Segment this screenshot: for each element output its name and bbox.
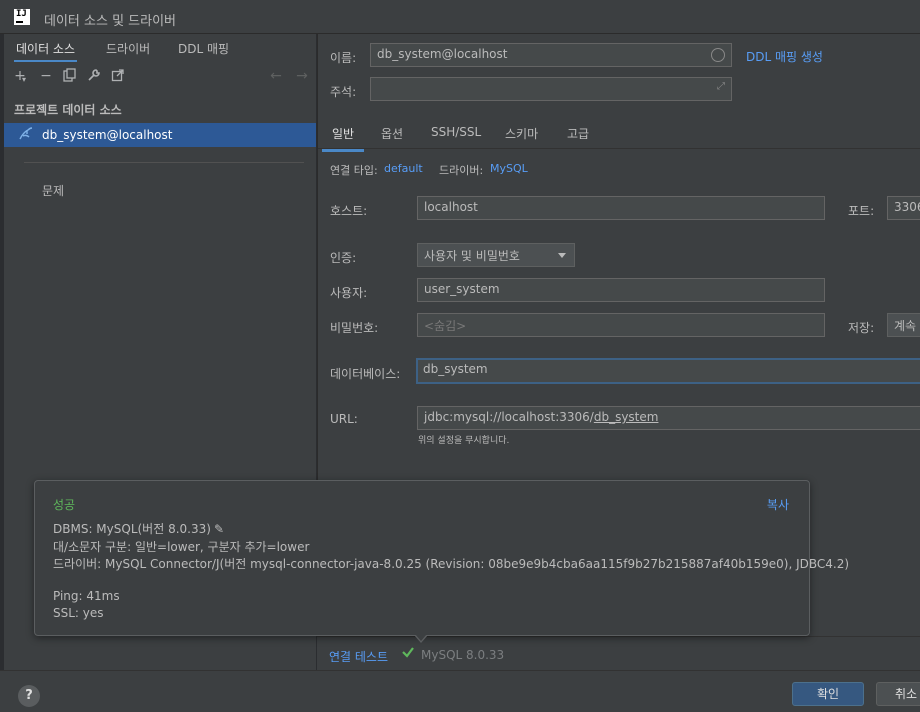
test-connection-bar: 연결 테스트 MySQL 8.0.33 <box>317 636 920 670</box>
password-field[interactable]: <숨김> <box>417 313 825 337</box>
host-field[interactable]: localhost <box>417 196 825 220</box>
database-field[interactable]: db_system <box>416 358 920 384</box>
tab-data-sources[interactable]: 데이터 소스 <box>13 40 78 62</box>
url-label: URL: <box>330 412 358 426</box>
database-label: 데이터베이스: <box>330 367 401 381</box>
name-label: 이름: <box>330 51 357 65</box>
window-title: 데이터 소스 및 드라이버 <box>44 14 176 29</box>
title-bar: IJ 데이터 소스 및 드라이버 <box>0 0 920 34</box>
ok-button[interactable]: 확인 <box>792 682 864 706</box>
back-arrow-icon[interactable]: ← <box>268 68 284 84</box>
user-value: user_system <box>424 282 500 296</box>
intellij-logo-icon: IJ <box>14 9 30 25</box>
tab-schemas[interactable]: 스키마 <box>505 125 538 142</box>
add-icon[interactable]: + ▾ <box>12 68 28 84</box>
forward-arrow-icon[interactable]: → <box>294 68 310 84</box>
test-connection-link[interactable]: 연결 테스트 <box>329 648 388 665</box>
data-source-item[interactable]: db_system@localhost <box>4 123 316 147</box>
host-value: localhost <box>424 200 478 214</box>
name-value: db_system@localhost <box>377 47 508 61</box>
duplicate-icon[interactable] <box>62 68 78 84</box>
ping-line: Ping: 41ms <box>53 589 120 603</box>
comment-field[interactable]: ⤢ <box>370 77 732 101</box>
driver-line: 드라이버: MySQL Connector/J(버전 mysql-connect… <box>53 557 850 571</box>
wrench-icon[interactable] <box>86 68 102 84</box>
pencil-icon[interactable]: ✎ <box>214 522 224 536</box>
url-note: 위의 설정을 무시합니다. <box>418 436 510 446</box>
tab-advanced[interactable]: 고급 <box>567 125 589 142</box>
ssl-line: SSL: yes <box>53 606 104 620</box>
expand-icon[interactable]: ⤢ <box>717 81 725 92</box>
popup-caret-inner <box>415 634 427 641</box>
color-circle-icon[interactable] <box>711 48 725 62</box>
tab-ssh-ssl[interactable]: SSH/SSL <box>431 125 481 139</box>
mysql-dolphin-icon <box>18 126 34 142</box>
save-dropdown[interactable]: 계속 <box>887 313 920 337</box>
url-database: db_system <box>593 410 659 424</box>
password-placeholder: <숨김> <box>424 319 467 333</box>
user-field[interactable]: user_system <box>417 278 825 302</box>
url-field[interactable]: jdbc:mysql://localhost:3306/db_system <box>417 406 920 430</box>
help-button[interactable]: ? <box>18 685 40 707</box>
project-data-sources-label: 프로젝트 데이터 소스 <box>14 103 122 117</box>
divider <box>24 162 304 163</box>
chevron-down-icon <box>558 253 566 258</box>
create-ddl-mapping-link[interactable]: DDL 매핑 생성 <box>746 48 823 65</box>
cancel-button[interactable]: 취소 <box>876 682 920 706</box>
connection-tabs: 일반 옵션 SSH/SSL 스키마 고급 <box>318 117 920 152</box>
auth-label: 인증: <box>330 251 357 265</box>
copy-link[interactable]: 복사 <box>767 496 789 513</box>
database-value: db_system <box>423 362 488 376</box>
connection-type-label: 연결 타입: <box>330 164 378 177</box>
user-label: 사용자: <box>330 286 368 300</box>
save-value: 계속 <box>894 319 917 333</box>
connection-type-value[interactable]: default <box>384 162 423 175</box>
test-result-popup: 성공 복사 DBMS: MySQL(버전 8.0.33) ✎ 대/소문자 구분: … <box>34 480 849 636</box>
tab-options[interactable]: 옵션 <box>381 125 403 142</box>
data-source-label: db_system@localhost <box>42 128 173 142</box>
auth-value: 사용자 및 비밀번호 <box>424 249 520 263</box>
port-field[interactable]: 3306 <box>887 196 920 220</box>
tab-general[interactable]: 일반 <box>321 125 365 152</box>
password-label: 비밀번호: <box>330 321 379 335</box>
tab-ddl-mapping[interactable]: DDL 매핑 <box>178 40 229 57</box>
success-status: 성공 <box>53 498 76 512</box>
jump-to-icon[interactable] <box>110 68 126 84</box>
driver-value[interactable]: MySQL <box>490 162 528 175</box>
dbms-text: DBMS: MySQL(버전 8.0.33) <box>53 522 211 536</box>
url-prefix: jdbc:mysql://localhost:3306/ <box>424 410 594 424</box>
check-icon <box>401 645 415 662</box>
remove-icon[interactable]: − <box>38 68 54 84</box>
tab-drivers[interactable]: 드라이버 <box>106 40 150 57</box>
dialog-footer: ? 확인 취소 <box>0 670 920 712</box>
left-tabs: 데이터 소스 드라이버 DDL 매핑 <box>4 34 316 62</box>
dbms-line: DBMS: MySQL(버전 8.0.33) ✎ <box>53 520 224 537</box>
port-value: 3306 <box>894 200 920 214</box>
auth-dropdown[interactable]: 사용자 및 비밀번호 <box>417 243 575 267</box>
driver-label: 드라이버: <box>439 164 484 177</box>
save-label: 저장: <box>848 321 875 335</box>
version-text: MySQL 8.0.33 <box>421 648 505 662</box>
comment-label: 주석: <box>330 85 357 99</box>
host-label: 호스트: <box>330 204 368 218</box>
problems-item[interactable]: 문제 <box>42 182 64 199</box>
name-field[interactable]: db_system@localhost <box>370 43 732 67</box>
port-label: 포트: <box>848 204 875 218</box>
case-line: 대/소문자 구분: 일반=lower, 구분자 추가=lower <box>53 540 310 554</box>
